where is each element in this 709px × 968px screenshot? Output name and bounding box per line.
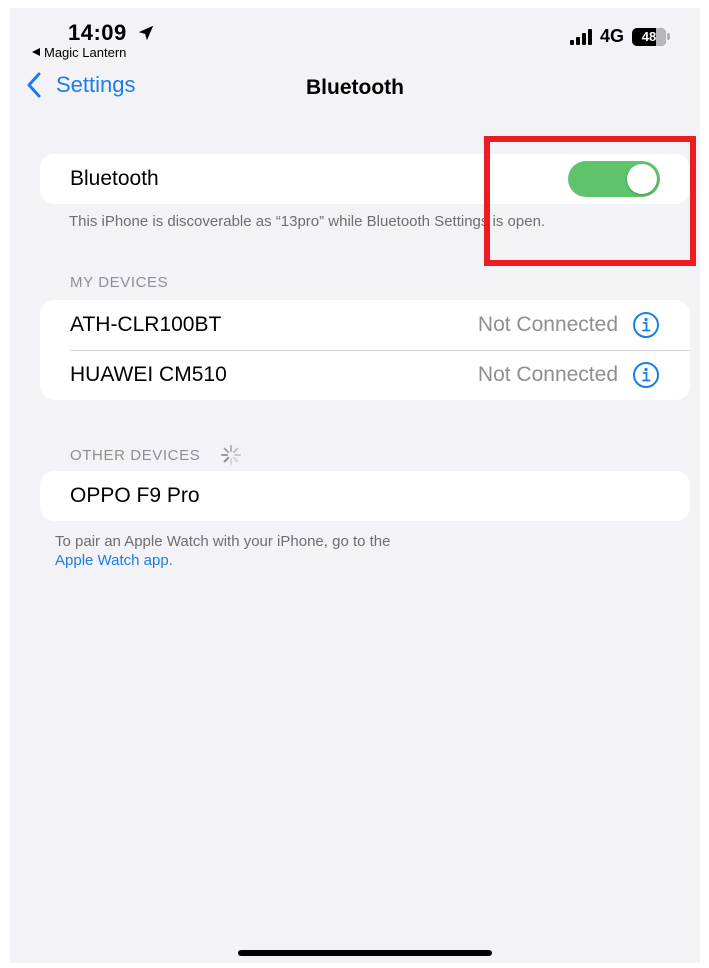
device-name: HUAWEI CM510 xyxy=(70,363,227,386)
status-indicators: 4G 48 xyxy=(569,26,670,47)
device-name: OPPO F9 Pro xyxy=(70,484,200,507)
network-type: 4G xyxy=(599,26,624,46)
loading-spinner-icon xyxy=(221,445,242,465)
apple-watch-note: To pair an Apple Watch with your iPhone,… xyxy=(55,532,655,570)
status-bar: 14:09 Magic Lantern 4G 48 xyxy=(10,8,700,66)
device-status: Not Connected xyxy=(477,363,618,386)
battery-icon: 48 xyxy=(632,27,670,46)
apple-watch-note-suffix: . xyxy=(168,552,173,569)
info-icon[interactable] xyxy=(632,361,660,389)
back-app-label: Magic Lantern xyxy=(44,45,127,60)
status-time: 14:09 xyxy=(68,20,127,45)
info-icon[interactable] xyxy=(632,311,660,339)
my-devices-list: ATH-CLR100BT Not Connected HUAWEI CM510 … xyxy=(40,300,690,400)
status-time-container: 14:09 xyxy=(68,20,155,46)
other-devices-label: OTHER DEVICES xyxy=(70,446,201,464)
back-to-app-link[interactable]: Magic Lantern xyxy=(32,45,126,60)
highlight-annotation-box xyxy=(484,136,696,266)
location-arrow-icon xyxy=(139,25,154,41)
back-triangle-icon xyxy=(32,48,40,56)
device-name: ATH-CLR100BT xyxy=(70,313,222,336)
home-indicator[interactable] xyxy=(238,950,492,956)
apple-watch-app-link[interactable]: Apple Watch app xyxy=(55,552,169,569)
device-row[interactable]: OPPO F9 Pro xyxy=(40,471,690,521)
navigation-bar: Settings Bluetooth xyxy=(10,70,700,110)
other-devices-list: OPPO F9 Pro xyxy=(40,471,690,521)
phone-screen: 14:09 Magic Lantern 4G 48 Settings Bluet… xyxy=(10,8,700,963)
back-label: Settings xyxy=(56,72,136,97)
apple-watch-note-text: To pair an Apple Watch with your iPhone,… xyxy=(55,533,391,550)
device-row[interactable]: HUAWEI CM510 Not Connected xyxy=(40,350,690,400)
device-row[interactable]: ATH-CLR100BT Not Connected xyxy=(40,300,690,350)
cellular-signal-icon xyxy=(569,28,592,45)
my-devices-header: MY DEVICES xyxy=(70,274,169,291)
settings-back-button[interactable]: Settings xyxy=(26,72,136,98)
device-status: Not Connected xyxy=(477,313,618,336)
other-devices-header: OTHER DEVICES xyxy=(70,444,242,466)
chevron-left-icon xyxy=(27,72,41,98)
battery-level: 48 xyxy=(641,29,657,44)
